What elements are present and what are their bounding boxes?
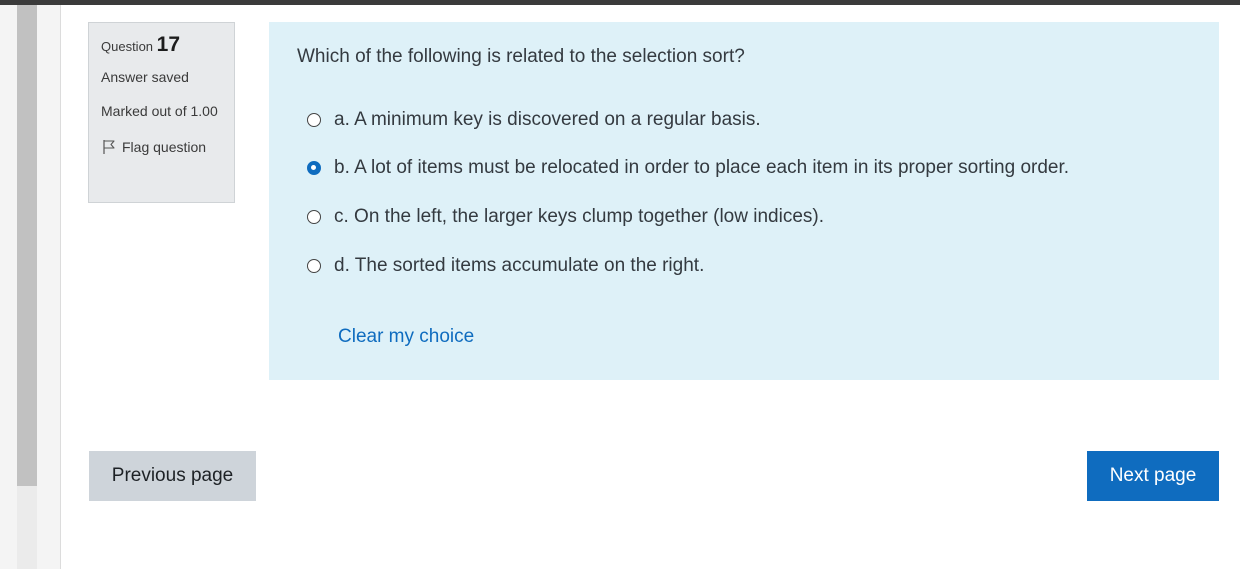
clear-choice-link[interactable]: Clear my choice <box>338 326 474 348</box>
answer-option-c[interactable]: c. On the left, the larger keys clump to… <box>307 206 824 228</box>
next-page-button[interactable]: Next page <box>1087 451 1219 501</box>
answer-option-a[interactable]: a. A minimum key is discovered on a regu… <box>307 109 761 131</box>
question-state: Answer saved <box>101 69 189 85</box>
answer-text-a: a. A minimum key is discovered on a regu… <box>334 109 761 130</box>
radio-b[interactable] <box>307 161 321 175</box>
answer-text-c: c. On the left, the larger keys clump to… <box>334 206 824 227</box>
scrollbar-thumb[interactable] <box>17 5 37 486</box>
quiz-page: Question 17 Answer saved Marked out of 1… <box>0 5 1240 569</box>
question-number-row: Question 17 <box>101 33 222 57</box>
radio-a[interactable] <box>307 113 321 127</box>
question-grade: Marked out of 1.00 <box>101 103 218 119</box>
answer-text-d: d. The sorted items accumulate on the ri… <box>334 255 705 276</box>
flag-question-button[interactable]: Flag question <box>101 139 222 155</box>
question-number: 17 <box>156 33 181 56</box>
window-frame: Question 17 Answer saved Marked out of 1… <box>0 0 1240 569</box>
previous-page-button[interactable]: Previous page <box>89 451 256 501</box>
answer-option-d[interactable]: d. The sorted items accumulate on the ri… <box>307 255 704 277</box>
question-content: Which of the following is related to the… <box>269 22 1219 380</box>
flag-icon <box>101 139 117 155</box>
question-info: Question 17 Answer saved Marked out of 1… <box>88 22 235 203</box>
question-text: Which of the following is related to the… <box>297 46 745 67</box>
radio-d[interactable] <box>307 259 321 273</box>
answer-text-b: b. A lot of items must be relocated in o… <box>334 157 1070 178</box>
flag-question-label: Flag question <box>122 139 207 155</box>
question-label: Question <box>101 39 154 54</box>
radio-c[interactable] <box>307 210 321 224</box>
answer-option-b[interactable]: b. A lot of items must be relocated in o… <box>307 157 1069 179</box>
